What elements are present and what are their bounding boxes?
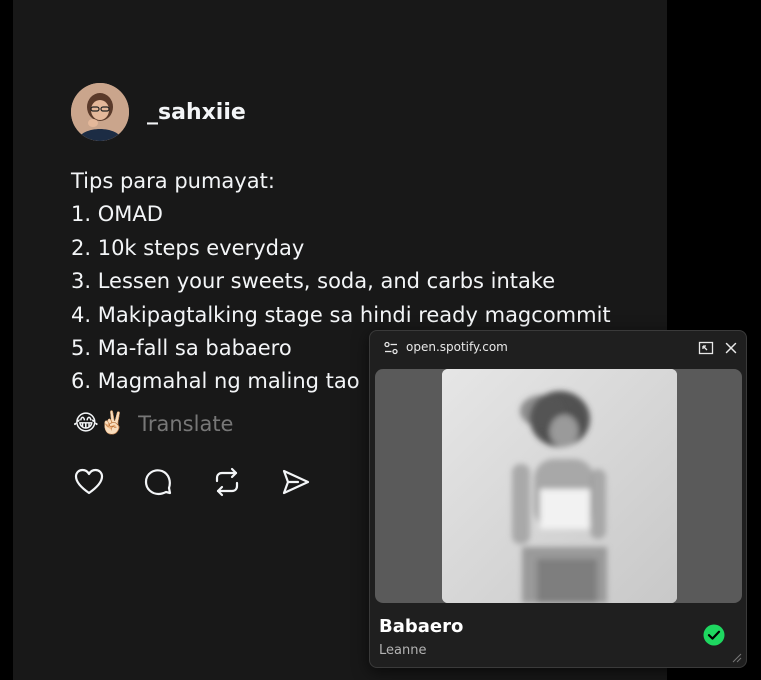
share-button[interactable] xyxy=(280,466,312,498)
emoji-row: 😂 ✌🏻 Translate xyxy=(73,412,233,436)
album-art-frame xyxy=(375,369,742,603)
like-button[interactable] xyxy=(73,466,105,498)
back-to-tab-icon[interactable] xyxy=(698,340,714,356)
username[interactable]: _sahxiie xyxy=(147,100,246,125)
close-icon[interactable] xyxy=(723,340,739,356)
album-art xyxy=(442,369,677,603)
post-line: Tips para pumayat: xyxy=(71,169,275,193)
saved-check-icon[interactable] xyxy=(703,624,725,646)
comment-button[interactable] xyxy=(142,466,174,498)
translate-link[interactable]: Translate xyxy=(138,412,233,436)
repost-icon xyxy=(215,467,239,497)
comment-icon xyxy=(144,469,172,496)
pip-url: open.spotify.com xyxy=(406,340,508,354)
left-margin xyxy=(0,0,13,680)
share-icon xyxy=(282,469,310,495)
resize-grip-icon[interactable] xyxy=(732,653,742,663)
post-line: 4. Makipagtalking stage sa hindi ready m… xyxy=(71,302,611,327)
post-line: 3. Lessen your sweets, soda, and carbs i… xyxy=(71,269,556,294)
pip-title-bar: open.spotify.com xyxy=(370,331,746,365)
post-author: _sahxiie xyxy=(71,83,246,141)
repost-button[interactable] xyxy=(211,466,243,498)
victory-hand-emoji: ✌🏻 xyxy=(98,411,127,436)
artist-name[interactable]: Leanne xyxy=(379,643,426,658)
post-line: 2. 10k steps everyday xyxy=(71,235,305,260)
heart-icon xyxy=(74,468,104,495)
post-line: 1. OMAD xyxy=(71,202,163,227)
tears-of-joy-emoji: 😂 xyxy=(73,411,99,436)
picture-in-picture-window[interactable]: open.spotify.com Babaero Leanne xyxy=(369,330,747,668)
post-actions xyxy=(73,466,349,498)
track-title: Babaero xyxy=(379,616,464,637)
avatar[interactable] xyxy=(71,83,129,141)
site-settings-icon[interactable] xyxy=(383,340,399,356)
